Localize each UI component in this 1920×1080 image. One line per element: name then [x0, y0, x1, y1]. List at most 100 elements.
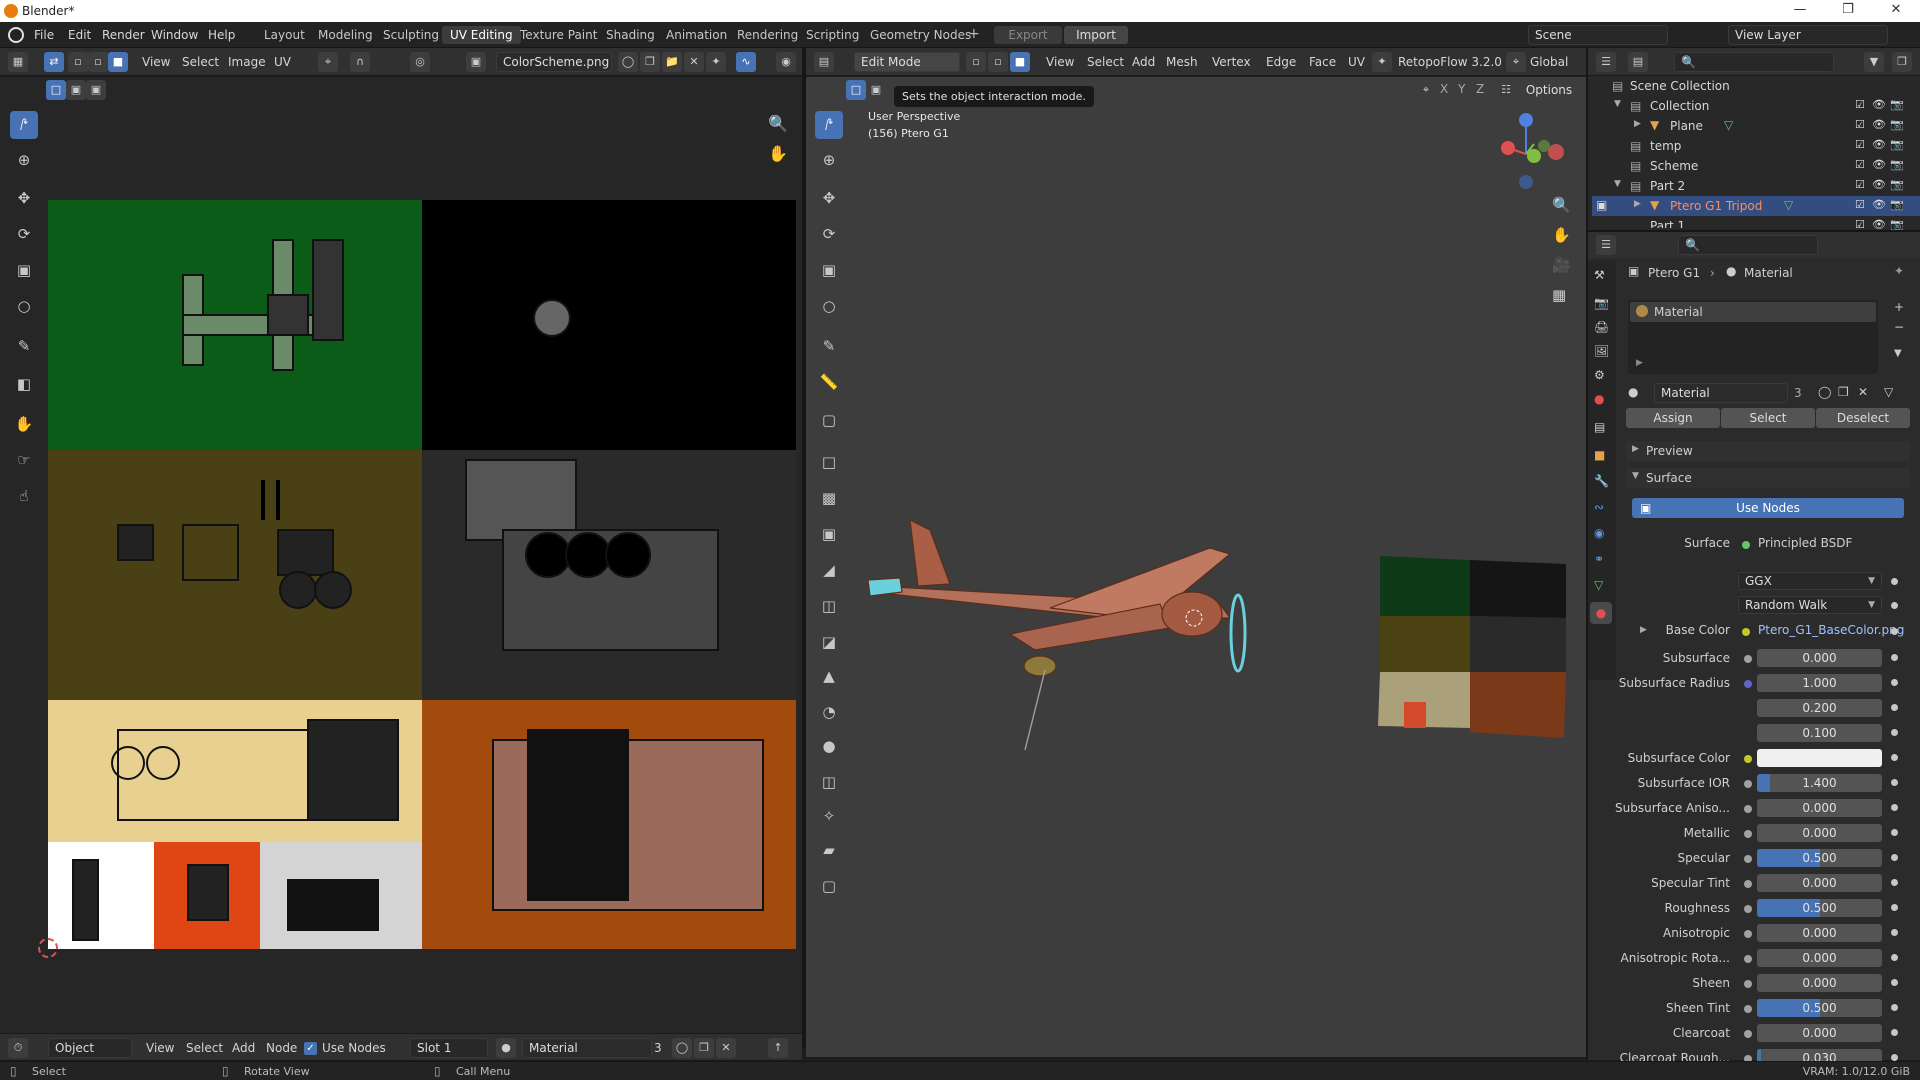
keyframe-dot-icon[interactable] [1891, 854, 1898, 861]
transform-tool[interactable]: ○ [10, 292, 38, 320]
particles-tab-icon[interactable]: ∾ [1594, 500, 1604, 514]
constraints-tab-icon[interactable]: ⚭ [1594, 552, 1604, 566]
render-camera-icon[interactable]: 📷 [1890, 178, 1904, 191]
property-value-slider[interactable]: 0.000 [1757, 649, 1882, 667]
vp-cursor-tool[interactable]: ⊕ [815, 146, 843, 174]
keyframe-dot-icon[interactable] [1891, 954, 1898, 961]
node-menu-node[interactable]: Node [266, 1041, 297, 1055]
face-select-icon[interactable]: ■ [108, 52, 128, 72]
edge-select-icon[interactable]: ▫ [88, 52, 108, 72]
mesh-data-icon[interactable]: ▽ [1784, 198, 1793, 212]
use-nodes-button[interactable]: ▣ Use Nodes [1632, 498, 1904, 518]
vp-add-cube-tool[interactable]: ▢ [815, 406, 843, 434]
collection-tab-icon[interactable]: ▤ [1594, 420, 1605, 434]
proportional-icon[interactable]: ◎ [410, 52, 430, 72]
vp-select-mode-2-icon[interactable]: ▣ [866, 80, 886, 100]
exclude-checkbox-icon[interactable]: ☑ [1855, 138, 1865, 151]
property-value-slider[interactable]: 0.000 [1757, 974, 1882, 992]
distribution-dropdown[interactable]: GGX ▼ [1738, 572, 1882, 590]
material-slot-list[interactable]: Material ▶ [1628, 300, 1878, 374]
node-editor-type-icon[interactable]: ⏱ [8, 1038, 28, 1058]
surface-shader-value[interactable]: Principled BSDF [1758, 536, 1852, 550]
outliner-item-scheme[interactable]: ▤ Scheme [1592, 156, 1920, 176]
keyframe-dot-icon[interactable] [1891, 804, 1898, 811]
auto-merge-icon[interactable]: ☷ [1496, 80, 1516, 100]
scene-tab-icon[interactable]: ⚙ [1594, 368, 1605, 382]
display-mode-icon[interactable]: ▤ [1628, 52, 1648, 72]
material-browse-icon[interactable]: ● [496, 1038, 516, 1058]
node-menu-view[interactable]: View [146, 1041, 174, 1055]
world-tab-icon[interactable]: ● [1594, 392, 1604, 406]
input-socket-icon[interactable] [1744, 980, 1752, 988]
material-new-icon[interactable]: ❐ [1838, 385, 1849, 399]
vertex-select-icon[interactable]: ▫ [68, 52, 88, 72]
render-camera-icon[interactable]: 📷 [1890, 198, 1904, 211]
vp-scale-tool[interactable]: ▣ [815, 256, 843, 284]
vp-menu-mesh[interactable]: Mesh [1166, 55, 1198, 69]
unlink-image-icon[interactable]: ✕ [684, 52, 704, 72]
pan-hand-icon[interactable]: ✋ [768, 144, 788, 163]
gizmo-x-icon[interactable] [1501, 141, 1515, 155]
tab-texture-paint[interactable]: Texture Paint [512, 26, 605, 44]
expand-arrow-icon[interactable]: ▶ [1634, 119, 1641, 129]
orientation-icon[interactable]: ⌖ [1506, 52, 1526, 72]
vp-loop-cut-tool[interactable]: ◫ [815, 592, 843, 620]
uv-select-mode-3-icon[interactable]: ▣ [86, 80, 106, 100]
node-parent-icon[interactable]: ↑ [768, 1038, 788, 1058]
edge-mode-icon[interactable]: ▫ [988, 52, 1008, 72]
add-slot-icon[interactable]: + [1894, 300, 1904, 314]
visibility-eye-icon[interactable]: 👁 [1872, 198, 1886, 211]
keyframe-dot-icon[interactable] [1891, 628, 1898, 635]
node-menu-select[interactable]: Select [186, 1041, 223, 1055]
new-image-icon[interactable]: ❐ [640, 52, 660, 72]
input-socket-icon[interactable] [1744, 655, 1752, 663]
vp-extrude-tool[interactable]: □ [815, 448, 843, 476]
options-button[interactable]: Options [1520, 80, 1578, 100]
modifier-tab-icon[interactable]: 🔧 [1594, 474, 1609, 488]
grab-tool[interactable]: ✋ [10, 410, 38, 438]
visibility-eye-icon[interactable]: 👁 [1872, 118, 1886, 131]
uv-menu-select[interactable]: Select [182, 55, 219, 69]
vp-annotate-tool[interactable]: ✎ [815, 332, 843, 360]
gizmo-y-icon[interactable] [1527, 149, 1541, 163]
exclude-checkbox-icon[interactable]: ☑ [1855, 98, 1865, 111]
property-value-slider[interactable]: 0.000 [1757, 949, 1882, 967]
uv-menu-uv[interactable]: UV [274, 55, 291, 69]
node-new-material-icon[interactable]: ❐ [694, 1038, 714, 1058]
vp-measure-tool[interactable]: 📏 [815, 368, 843, 396]
render-camera-icon[interactable]: 📷 [1890, 158, 1904, 171]
vp-spin-tool[interactable]: ◔ [815, 698, 843, 726]
import-button[interactable]: Import [1064, 26, 1128, 44]
annotate-tool[interactable]: ✎ [10, 332, 38, 360]
pinch-tool[interactable]: ☝ [10, 482, 38, 510]
subsurface-method-dropdown[interactable]: Random Walk ▼ [1738, 596, 1882, 614]
keyframe-dot-icon[interactable] [1891, 879, 1898, 886]
node-fake-user-icon[interactable]: ◯ [672, 1038, 692, 1058]
keyframe-dot-icon[interactable] [1891, 754, 1898, 761]
vp-select-mode-1-icon[interactable]: □ [846, 80, 866, 100]
keyframe-dot-icon[interactable] [1891, 1054, 1898, 1061]
property-value-slider[interactable]: 0.100 [1757, 724, 1882, 742]
pin-properties-icon[interactable]: ✦ [1894, 264, 1904, 278]
view-layer-selector[interactable]: View Layer [1728, 25, 1888, 45]
vp-camera-icon[interactable]: 🎥 [1552, 256, 1571, 274]
vp-transform-tool[interactable]: ○ [815, 292, 843, 320]
face-mode-icon[interactable]: ■ [1010, 52, 1030, 72]
select-button[interactable]: Select [1721, 408, 1815, 428]
menu-window[interactable]: Window [151, 28, 198, 42]
vp-zoom-icon[interactable]: 🔍 [1552, 196, 1571, 214]
gizmo-z-icon[interactable] [1519, 113, 1533, 127]
outliner-item-part-1[interactable]: Part 1 [1592, 216, 1920, 228]
properties-editor-type-icon[interactable]: ☰ [1596, 235, 1616, 255]
property-value-slider[interactable]: 0.000 [1757, 874, 1882, 892]
vp-shear-tool[interactable]: ▰ [815, 836, 843, 864]
keyframe-dot-icon[interactable] [1891, 929, 1898, 936]
tool-tab-icon[interactable]: ⚒ [1594, 268, 1605, 282]
slot-list-expand-icon[interactable]: ▶ [1636, 358, 1643, 368]
data-tab-icon[interactable]: ▽ [1594, 578, 1603, 592]
keyframe-dot-icon[interactable] [1891, 979, 1898, 986]
pivot-icon[interactable]: ⌖ [318, 52, 338, 72]
gizmo-neg-z-icon[interactable] [1519, 175, 1533, 189]
tab-rendering[interactable]: Rendering [729, 26, 806, 44]
mirror-z[interactable]: Z [1476, 82, 1484, 96]
